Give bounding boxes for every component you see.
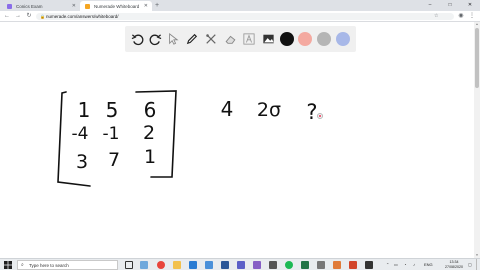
address-bar-row: ← → ↻ 🔒 numerade.com/answers/whiteboard/… [0,11,480,22]
excel-icon[interactable] [301,261,309,269]
file-explorer-icon[interactable] [173,261,181,269]
image-icon[interactable] [261,32,275,46]
matrix-cell-r3c2: 7 [108,149,120,171]
matrix-cell-r2c3: 2 [143,122,155,144]
new-tab-plus-icon[interactable]: + [155,1,159,10]
whiteboard-app-icon[interactable] [333,261,341,269]
scroll-up-arrow-icon[interactable]: ▲ [474,22,480,27]
settings-icon[interactable] [317,261,325,269]
color-swatch-pink[interactable] [298,32,312,46]
window-close-icon[interactable]: ✕ [460,0,480,11]
whiteboard-canvas[interactable]: 1 5 6 -4 -1 2 3 7 1 4 2σ ? [0,22,474,258]
photos-icon[interactable] [205,261,213,269]
spotify-icon[interactable] [285,261,293,269]
color-swatch-blue[interactable] [336,32,350,46]
tools-icon[interactable] [204,32,218,46]
show-desktop-button[interactable] [476,259,480,270]
url-text[interactable]: numerade.com/answers/whiteboard/ [46,13,119,20]
word-icon[interactable] [221,261,229,269]
tab-close-icon[interactable]: ✕ [144,3,148,9]
browser-tab-strip: Conics Exam ✕ Numerade Whiteboard ✕ + – … [0,0,480,11]
matrix-cell-r1c3: 6 [144,98,157,122]
lock-icon: 🔒 [40,14,45,19]
page-scrollbar[interactable]: ▲ ▼ [474,22,480,258]
tab-title: Conics Exam [16,3,43,9]
matrix-cell-r3c3: 1 [144,146,156,168]
tab-close-icon[interactable]: ✕ [72,3,76,9]
pen-cursor-icon [317,113,323,119]
calculator-icon[interactable] [269,261,277,269]
minimize-icon[interactable]: – [420,0,440,11]
show-hidden-icons-icon[interactable]: ⌃ [386,259,389,270]
snip-tool-icon[interactable] [349,261,357,269]
wifi-icon[interactable]: ◔ [404,259,406,270]
chrome-icon[interactable] [157,261,165,269]
visual-studio-icon[interactable] [253,261,261,269]
taskbar-search-placeholder: Type here to search [29,263,69,268]
eraser-icon[interactable] [223,32,237,46]
whiteboard-toolbar [125,26,356,52]
redo-icon[interactable] [148,32,162,46]
matrix-cell-r1c2: 5 [106,98,119,122]
clock-date: 27/08/2020 [445,265,463,269]
language-indicator[interactable]: ENG [424,259,433,270]
menu-kebab-icon[interactable]: ⋮ [467,11,477,22]
tab-favicon-icon [85,3,90,9]
taskbar-clock[interactable]: 13:34 27/08/2020 [442,259,466,270]
taskbar-search-box[interactable]: ⌕ Type here to search [17,260,118,270]
reload-icon[interactable]: ↻ [24,11,34,22]
mail-icon[interactable] [189,261,197,269]
back-arrow-icon[interactable]: ← [2,11,12,22]
color-swatch-black[interactable] [280,32,294,46]
select-pointer-icon[interactable] [166,32,180,46]
matrix-cell-r3c1: 3 [76,151,88,173]
maximize-icon[interactable]: □ [440,0,460,11]
taskbar: ⌕ Type here to search ⌃ ▭ ◔ ♪ ENG 13:34 … [0,258,480,270]
undo-icon[interactable] [130,32,144,46]
matrix-cell-r2c2: -1 [103,124,120,144]
volume-icon[interactable]: ♪ [413,259,415,270]
task-view-icon[interactable] [125,261,133,269]
widgets-icon[interactable] [140,261,148,269]
search-icon: ⌕ [21,262,24,268]
note-four: 4 [221,97,234,121]
whiteboard-page[interactable]: 1 5 6 -4 -1 2 3 7 1 4 2σ ? [0,22,474,258]
note-two-sigma: 2σ [257,99,281,121]
color-swatch-gray[interactable] [317,32,331,46]
notifications-icon[interactable]: ▢ [468,259,472,270]
tab-numerade-whiteboard[interactable]: Numerade Whiteboard ✕ [80,1,152,11]
omnibox[interactable]: 🔒 numerade.com/answers/whiteboard/ ☆ [36,13,454,20]
forward-arrow-icon[interactable]: → [13,11,23,22]
pen-icon[interactable] [185,32,199,46]
tab-favicon-icon [7,3,12,9]
text-icon[interactable] [242,32,256,46]
matrix-cell-r2c1: -4 [72,124,89,144]
tab-conics-exam[interactable]: Conics Exam ✕ [2,1,80,11]
tab-title: Numerade Whiteboard [94,3,140,9]
network-icon[interactable]: ▭ [394,259,398,270]
teams-icon[interactable] [237,261,245,269]
matrix-cell-r1c1: 1 [78,98,91,122]
terminal-icon[interactable] [365,261,373,269]
extension-icon[interactable]: ◉ [456,11,466,22]
bookmark-star-icon[interactable]: ☆ [434,13,438,20]
windows-start-icon[interactable] [4,261,12,269]
scrollbar-thumb[interactable] [475,28,479,88]
